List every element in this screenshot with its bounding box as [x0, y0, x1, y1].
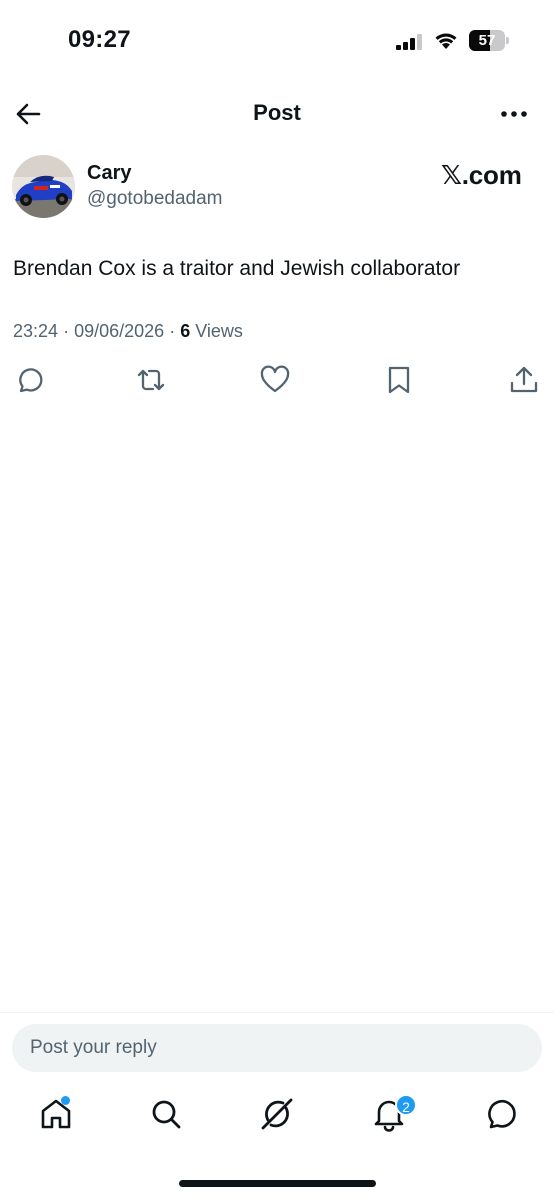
meta-separator: ·: [63, 321, 70, 341]
tab-grok[interactable]: [259, 1096, 295, 1132]
reply-icon: [19, 368, 43, 393]
reply-input[interactable]: Post your reply: [12, 1024, 542, 1072]
bookmark-button[interactable]: [383, 364, 415, 396]
author-name[interactable]: Cary: [87, 162, 131, 185]
post-meta: 23:24 · 09/06/2026 · 6 Views: [13, 321, 243, 342]
post-actions: [0, 364, 554, 398]
wifi-icon: [435, 33, 457, 49]
post-text: Brendan Cox is a traitor and Jewish coll…: [13, 257, 461, 280]
x-com-label: 𝕏.com: [441, 160, 522, 190]
battery-indicator: 57: [469, 30, 509, 51]
tab-search[interactable]: [148, 1096, 184, 1132]
meta-separator: ·: [169, 321, 176, 341]
battery-level: 57: [478, 32, 496, 49]
reply-placeholder: Post your reply: [30, 1037, 157, 1058]
grok-icon: [261, 1098, 293, 1130]
message-icon: [488, 1100, 516, 1129]
battery-body: 57: [469, 30, 505, 51]
repost-icon: [137, 369, 165, 391]
more-horizontal-icon[interactable]: [498, 100, 530, 128]
post-header: Post: [0, 88, 554, 140]
notification-badge: 2: [395, 1094, 417, 1116]
divider: [0, 1012, 554, 1013]
avatar-race-car-image: [12, 155, 75, 218]
heart-icon: [260, 365, 290, 393]
battery-cap: [506, 37, 509, 44]
page-title: Post: [253, 100, 301, 125]
bookmark-icon: [388, 366, 410, 394]
views-count[interactable]: 6: [180, 321, 190, 341]
status-bar: 09:27 57: [0, 0, 554, 80]
status-time: 09:27: [68, 26, 131, 53]
tab-messages[interactable]: [481, 1096, 517, 1132]
repost-button[interactable]: [135, 364, 167, 396]
like-button[interactable]: [259, 364, 291, 396]
avatar[interactable]: [12, 155, 75, 218]
home-indicator: [179, 1180, 376, 1187]
share-button[interactable]: [508, 364, 540, 396]
cellular-signal-icon: [396, 34, 422, 50]
share-icon: [510, 366, 538, 393]
post-time: 23:24: [13, 321, 59, 341]
views-label[interactable]: Views: [195, 321, 243, 341]
reply-button[interactable]: [12, 364, 44, 396]
search-icon: [152, 1100, 181, 1129]
home-notification-dot: [61, 1096, 70, 1105]
author-handle[interactable]: @gotobedadam: [87, 188, 223, 210]
tab-bar: 2: [0, 1090, 554, 1146]
post-date: 09/06/2026: [74, 321, 165, 341]
